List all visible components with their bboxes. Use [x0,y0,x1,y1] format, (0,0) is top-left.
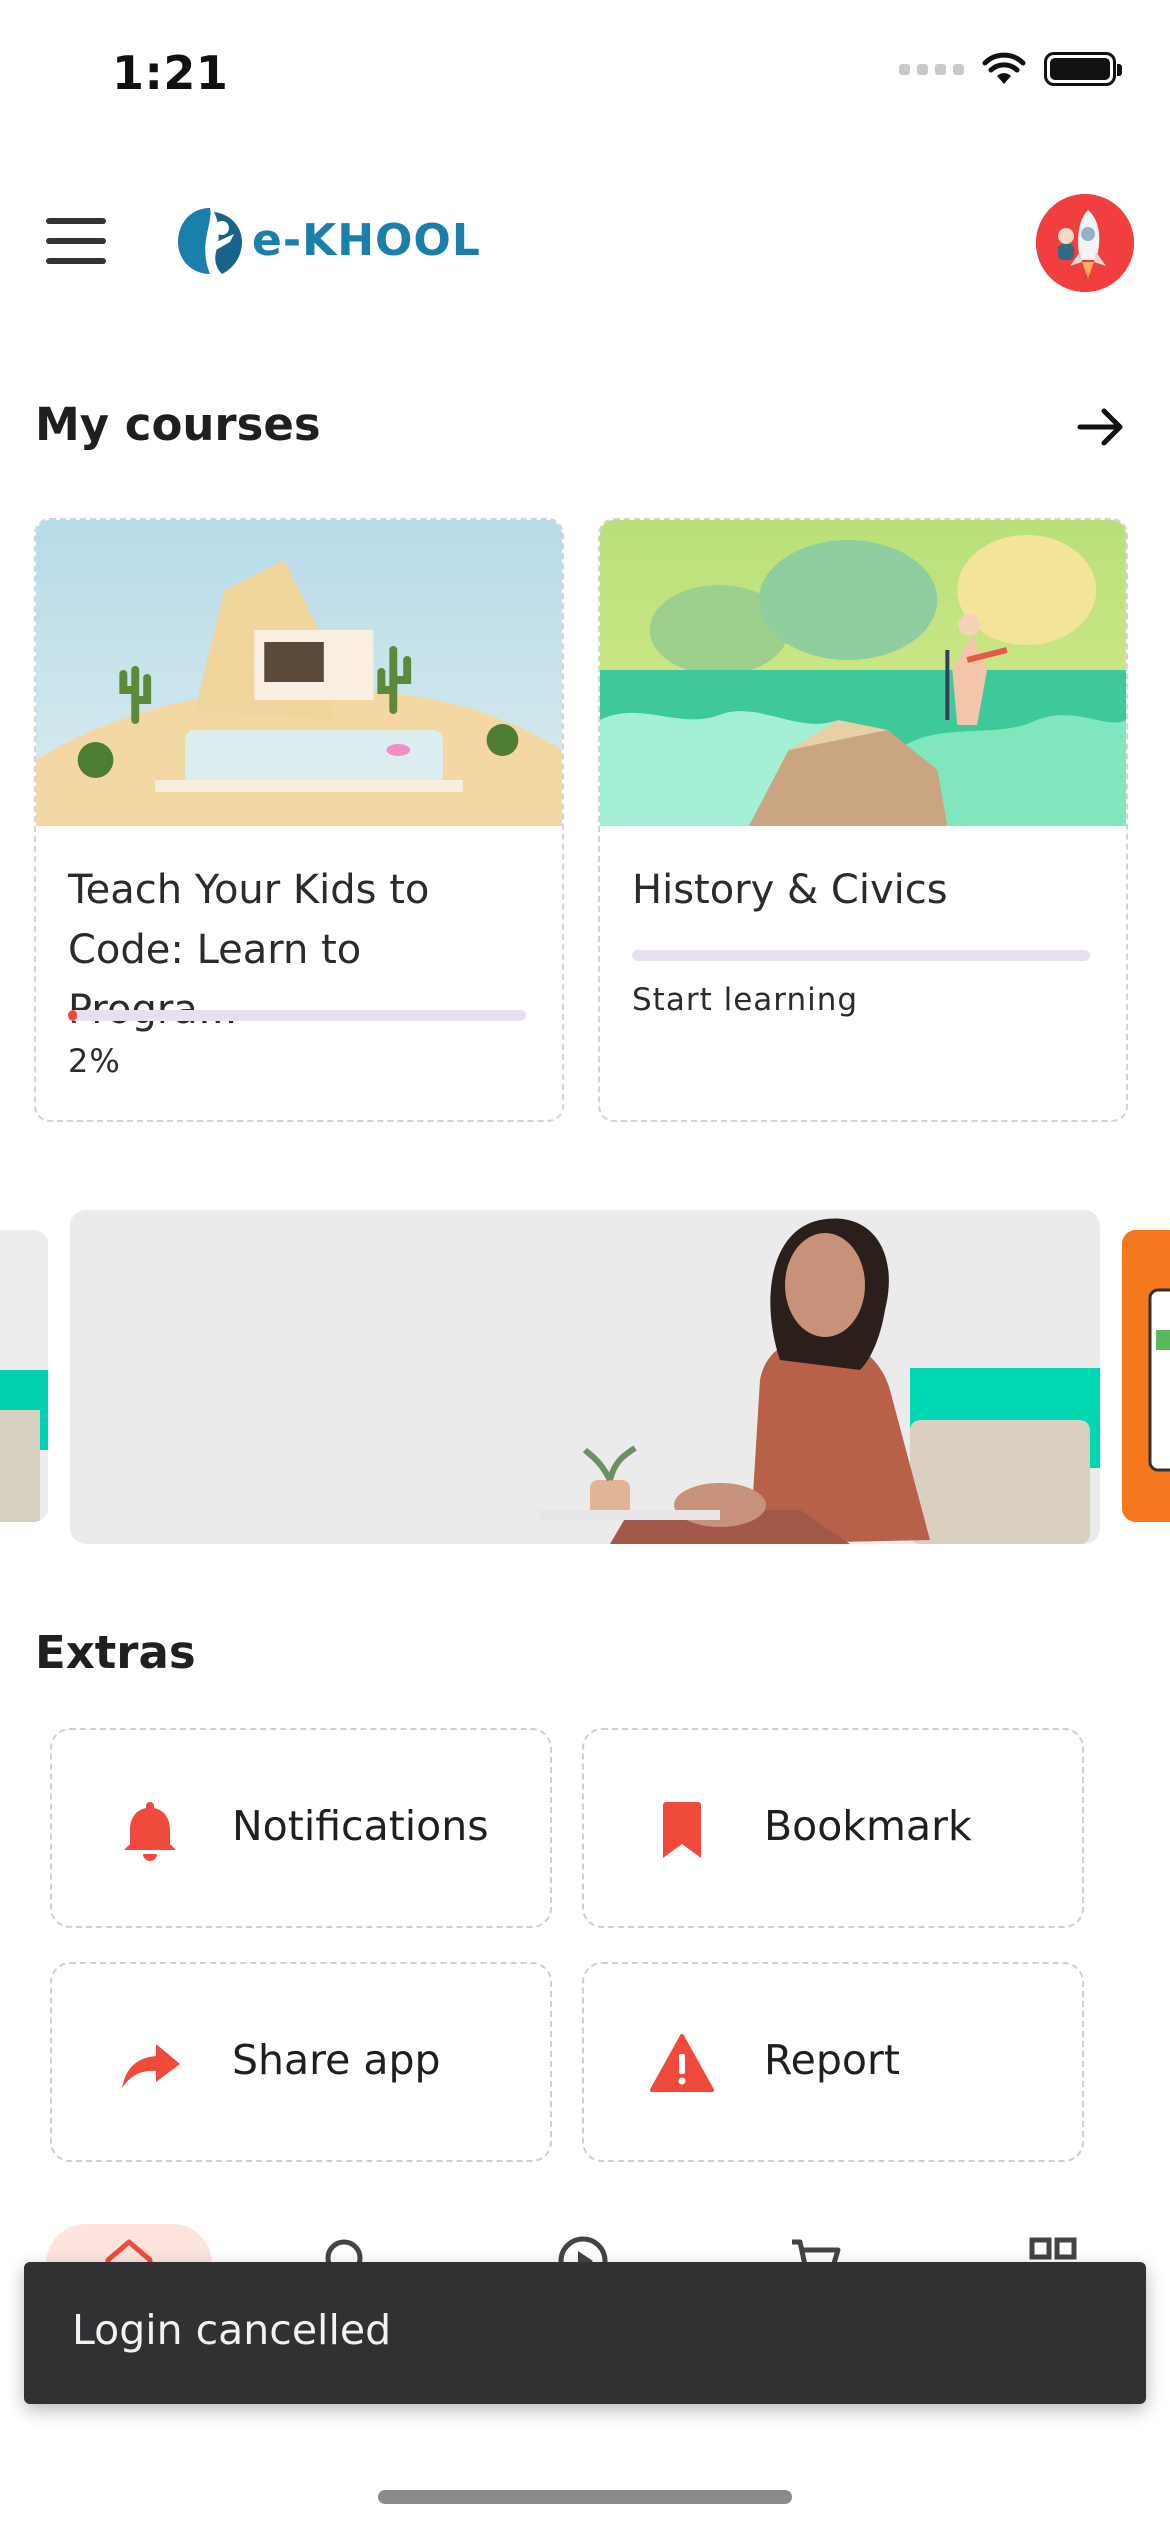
course-title: History & Civics [632,867,948,913]
battery-icon [1044,52,1122,86]
snackbar: Login cancelled [24,2262,1146,2404]
extra-label: Notifications [232,1802,489,1850]
status-icons [899,52,1122,86]
course-progress-fill [68,1010,78,1021]
report-button[interactable]: Report [582,1962,1084,2162]
warning-icon [650,2034,714,2092]
share-app-button[interactable]: Share app [50,1962,552,2162]
app-header: e-KHOOL [0,180,1170,300]
course-progress-label: 2% [68,1042,121,1080]
extra-label: Bookmark [764,1802,972,1850]
course-card[interactable]: Teach Your Kids to Code: Learn to Progra… [34,518,564,1122]
wifi-icon [982,52,1026,84]
course-progress-bar [632,950,1090,961]
logo-mark-icon [178,208,242,274]
home-indicator[interactable] [378,2490,792,2504]
bookmark-icon [663,1802,701,1858]
arrow-right-icon[interactable] [1074,400,1128,454]
banner-next-peek[interactable] [1122,1230,1170,1522]
status-time: 1:21 [112,46,229,100]
notifications-button[interactable]: Notifications [50,1728,552,1928]
course-thumbnail [600,520,1126,826]
course-card[interactable]: History & Civics Start learning [598,518,1128,1122]
avatar[interactable] [1036,194,1134,292]
course-thumbnail [36,520,562,826]
extra-label: Share app [232,2036,441,2084]
course-progress-label: Start learning [632,982,859,1018]
banner-image [70,1210,1100,1544]
logo: e-KHOOL [176,204,481,276]
course-progress-bar [68,1010,526,1021]
banner-prev-peek[interactable] [0,1230,48,1522]
logo-text: e-KHOOL [252,214,481,266]
menu-icon[interactable] [46,218,106,264]
promo-banner[interactable] [70,1210,1100,1544]
rocket-avatar-icon [1036,194,1134,292]
my-courses-title: My courses [35,398,321,451]
snackbar-message: Login cancelled [72,2306,392,2354]
bookmark-button[interactable]: Bookmark [582,1728,1084,1928]
bell-icon [124,1802,176,1861]
status-bar: 1:21 [0,0,1170,150]
extra-label: Report [764,2036,900,2084]
extras-title: Extras [35,1626,196,1679]
cellular-signal-icon [899,63,964,75]
banner-image [1122,1230,1170,1522]
share-icon [122,2044,180,2088]
banner-image [0,1230,48,1522]
